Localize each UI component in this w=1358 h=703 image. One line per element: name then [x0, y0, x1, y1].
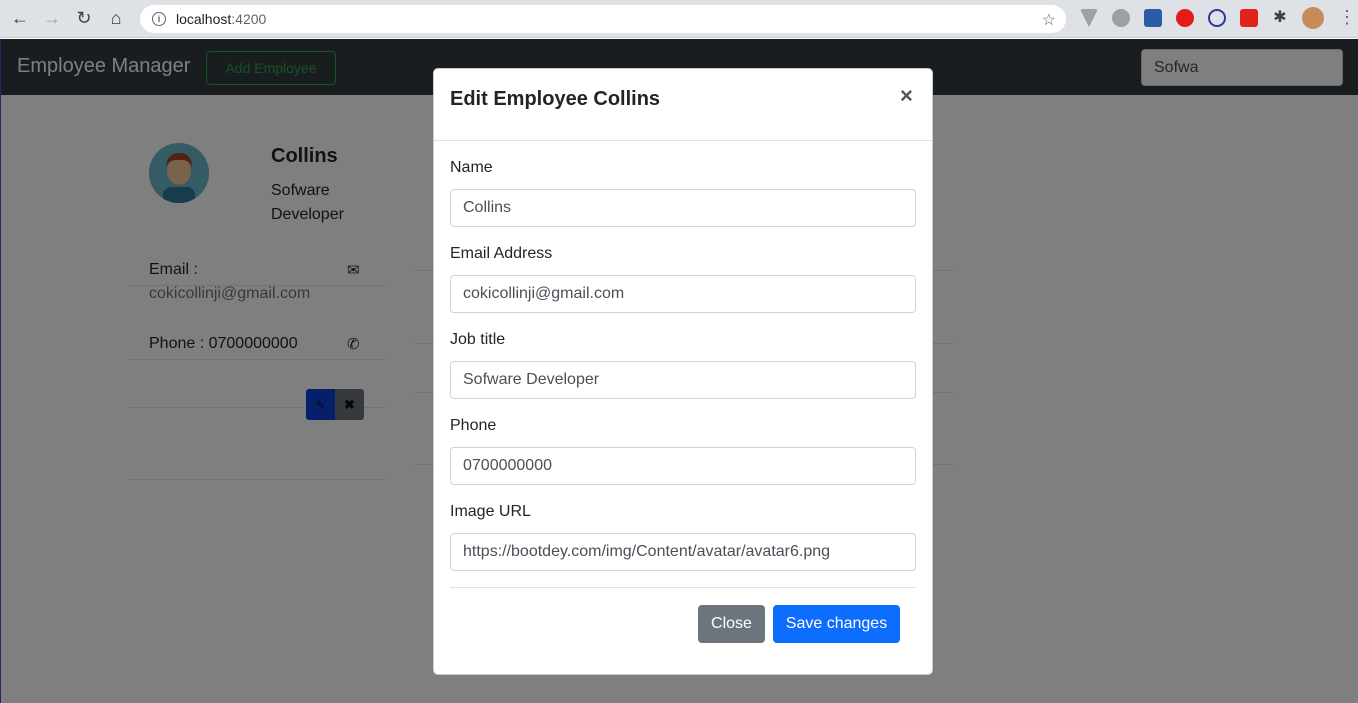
address-bar[interactable]: i localhost:4200 ☆ [140, 5, 1066, 33]
toolbox-extension-icon[interactable] [1144, 9, 1162, 27]
modal-footer-divider [450, 587, 916, 588]
vuetify-extension-icon[interactable] [1080, 9, 1098, 27]
name-input[interactable] [450, 189, 916, 227]
reload-icon[interactable]: ↻ [72, 7, 96, 31]
block-extension-icon[interactable] [1208, 9, 1226, 27]
phone-label: Phone [450, 417, 497, 434]
bookmark-star-icon[interactable]: ☆ [1042, 10, 1056, 30]
back-arrow-icon[interactable]: ← [8, 7, 32, 31]
site-info-icon[interactable]: i [152, 12, 166, 26]
profile-avatar-icon[interactable] [1302, 7, 1324, 29]
email-label: Email Address [450, 245, 553, 262]
todoist-extension-icon[interactable] [1240, 9, 1258, 27]
job-title-label: Job title [450, 331, 506, 348]
forward-arrow-icon[interactable]: → [40, 7, 64, 31]
url-host: localhost [176, 11, 232, 27]
opera-extension-icon[interactable] [1176, 9, 1194, 27]
home-icon[interactable]: ⌂ [104, 7, 128, 31]
close-icon[interactable]: × [900, 83, 913, 109]
job-title-input[interactable] [450, 361, 916, 399]
browser-toolbar: ← → ↻ ⌂ i localhost:4200 ☆ ✱ ⋮ [0, 0, 1358, 38]
close-button[interactable]: Close [698, 605, 765, 643]
modal-header: Edit Employee Collins × [434, 69, 932, 141]
phone-input[interactable] [450, 447, 916, 485]
name-label: Name [450, 159, 493, 176]
extensions-puzzle-icon[interactable]: ✱ [1271, 9, 1289, 27]
ghost-extension-icon[interactable] [1112, 9, 1130, 27]
browser-menu-icon[interactable]: ⋮ [1338, 8, 1356, 26]
save-changes-button[interactable]: Save changes [773, 605, 900, 643]
url-port: :4200 [231, 11, 267, 27]
image-url-input[interactable] [450, 533, 916, 571]
edit-employee-modal: Edit Employee Collins × Name Email Addre… [433, 68, 933, 675]
email-input[interactable] [450, 275, 916, 313]
image-url-label: Image URL [450, 503, 531, 520]
modal-title: Edit Employee Collins [450, 88, 661, 110]
